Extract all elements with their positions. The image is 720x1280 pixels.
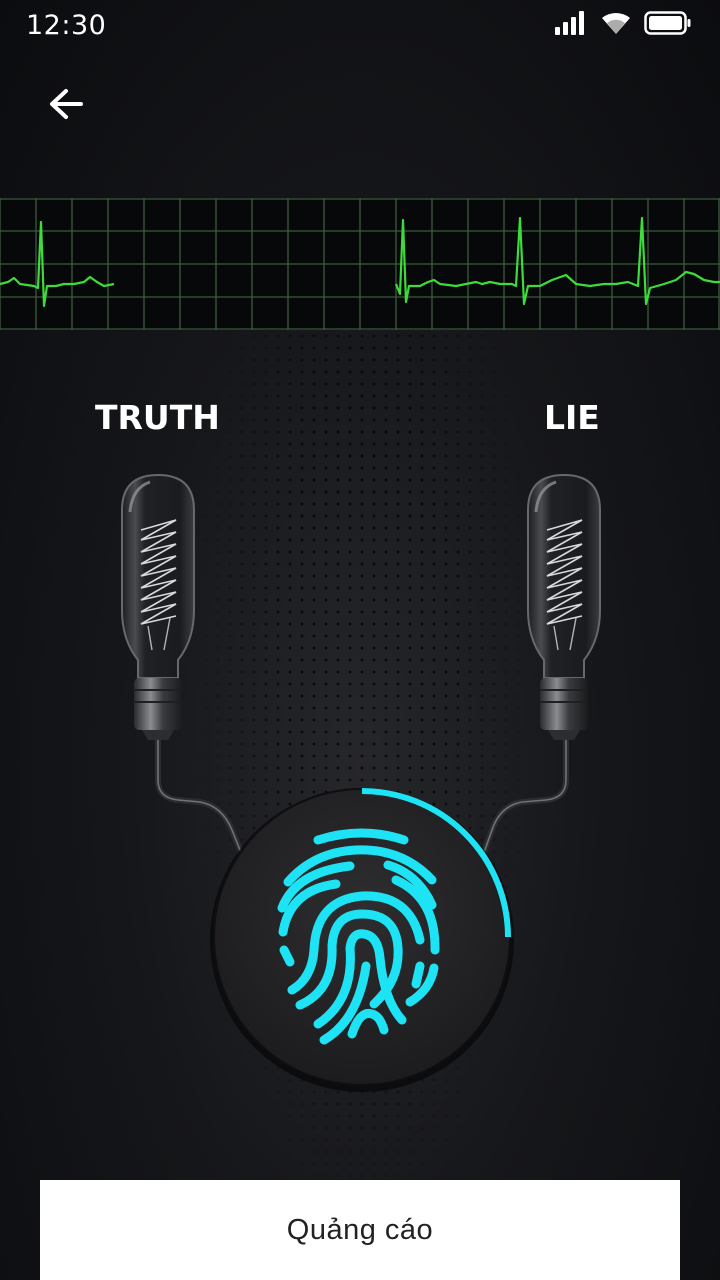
status-icons	[554, 10, 692, 36]
battery-icon	[644, 11, 691, 35]
back-button[interactable]	[38, 78, 94, 134]
signal-icon	[555, 11, 584, 35]
wifi-icon	[602, 12, 630, 34]
status-bar: 12:30	[0, 0, 720, 54]
status-time: 12:30	[26, 10, 107, 41]
ad-banner[interactable]: Quảng cáo	[40, 1180, 680, 1280]
lie-label: LIE	[544, 398, 600, 437]
truth-bulb	[121, 473, 195, 740]
fingerprint-scan-button[interactable]	[212, 787, 512, 1087]
lie-bulb	[527, 473, 601, 740]
ad-label: Quảng cáo	[286, 1213, 434, 1246]
ecg-monitor	[0, 198, 720, 330]
truth-label: TRUTH	[95, 398, 220, 437]
arrow-left-icon	[50, 89, 83, 119]
